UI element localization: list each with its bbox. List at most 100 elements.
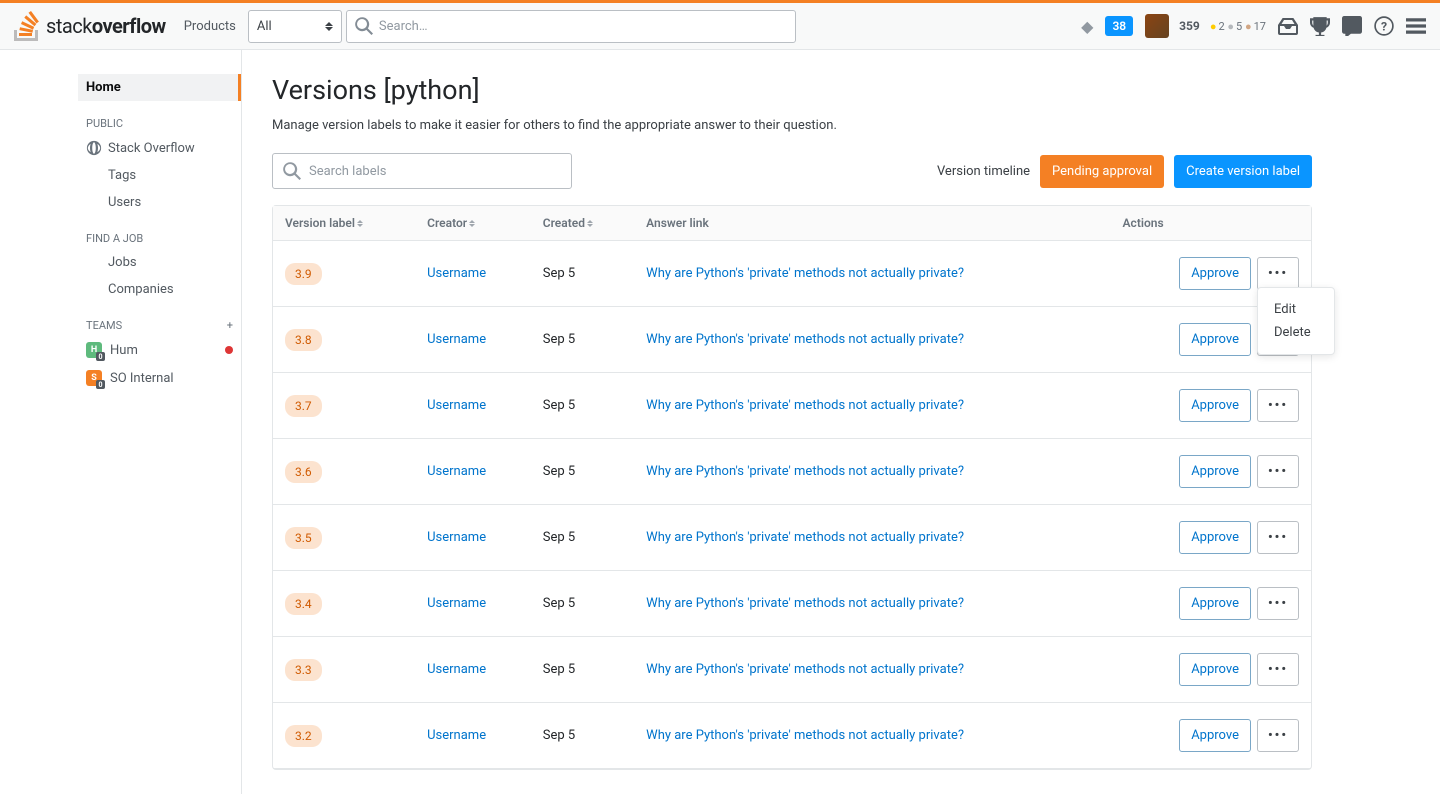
answer-link[interactable]: Why are Python's 'private' methods not a… bbox=[646, 266, 964, 281]
search-icon bbox=[355, 17, 373, 35]
products-link[interactable]: Products bbox=[184, 19, 236, 34]
scope-value: All bbox=[257, 19, 272, 34]
answer-link[interactable]: Why are Python's 'private' methods not a… bbox=[646, 332, 964, 347]
th-created[interactable]: Created bbox=[531, 206, 634, 241]
site-switcher-icon[interactable] bbox=[1406, 16, 1426, 36]
team-name: Hum bbox=[110, 343, 138, 358]
page-title: Versions [python] bbox=[272, 74, 1312, 106]
select-caret-icon bbox=[325, 22, 333, 31]
answer-link[interactable]: Why are Python's 'private' methods not a… bbox=[646, 464, 964, 479]
version-tag: 3.7 bbox=[285, 395, 322, 417]
sidebar-item-users[interactable]: Users bbox=[78, 189, 241, 216]
globe-icon bbox=[86, 140, 102, 156]
search-scope-select[interactable]: All bbox=[248, 10, 342, 43]
creator-link[interactable]: Username bbox=[427, 398, 486, 413]
sidebar-item-companies[interactable]: Companies bbox=[78, 276, 241, 303]
table-row: 3.9 Username Sep 5 Why are Python's 'pri… bbox=[273, 241, 1311, 307]
team-row[interactable]: S SO Internal bbox=[78, 364, 241, 392]
answer-link[interactable]: Why are Python's 'private' methods not a… bbox=[646, 530, 964, 545]
notification-dot-icon bbox=[225, 346, 233, 354]
user-rep-box[interactable]: 359 2 5 17 bbox=[1145, 14, 1266, 38]
badge-counts: 2 5 17 bbox=[1210, 20, 1266, 33]
more-actions-button[interactable]: ••• bbox=[1257, 719, 1299, 752]
sidebar-item-stackoverflow[interactable]: Stack Overflow bbox=[78, 134, 241, 162]
help-icon[interactable]: ? bbox=[1374, 16, 1394, 36]
more-actions-button[interactable]: ••• bbox=[1257, 389, 1299, 422]
add-team-icon[interactable]: + bbox=[227, 319, 233, 332]
created-cell: Sep 5 bbox=[531, 439, 634, 505]
search-input[interactable] bbox=[379, 19, 787, 34]
team-name: SO Internal bbox=[110, 371, 174, 386]
created-cell: Sep 5 bbox=[531, 373, 634, 439]
team-row[interactable]: HHum bbox=[78, 336, 241, 364]
more-actions-button[interactable]: ••• bbox=[1257, 587, 1299, 620]
moderator-diamond-icon[interactable]: ◆ bbox=[1081, 17, 1093, 36]
versions-table: Version label Creator Created Answer lin… bbox=[272, 205, 1312, 770]
answer-link[interactable]: Why are Python's 'private' methods not a… bbox=[646, 662, 964, 677]
topbar: stackoverflow Products All ◆ 38 359 2 5 … bbox=[0, 3, 1440, 50]
creator-link[interactable]: Username bbox=[427, 332, 486, 347]
table-row: 3.2 Username Sep 5 Why are Python's 'pri… bbox=[273, 703, 1311, 769]
sort-icon bbox=[469, 220, 475, 227]
sidebar-item-jobs[interactable]: Jobs bbox=[78, 249, 241, 276]
creator-link[interactable]: Username bbox=[427, 662, 486, 677]
layout: Home PUBLIC Stack Overflow Tags Users FI… bbox=[0, 50, 1440, 794]
table-row: 3.7 Username Sep 5 Why are Python's 'pri… bbox=[273, 373, 1311, 439]
created-cell: Sep 5 bbox=[531, 241, 634, 307]
help-survey-icon[interactable] bbox=[1342, 16, 1362, 36]
pending-approval-button[interactable]: Pending approval bbox=[1040, 155, 1164, 188]
sidebar-item-tags[interactable]: Tags bbox=[78, 162, 241, 189]
approve-button[interactable]: Approve bbox=[1179, 653, 1251, 686]
approve-button[interactable]: Approve bbox=[1179, 389, 1251, 422]
th-version[interactable]: Version label bbox=[273, 206, 415, 241]
create-version-label-button[interactable]: Create version label bbox=[1174, 155, 1312, 188]
sort-icon bbox=[357, 220, 363, 227]
table-row: 3.8 Username Sep 5 Why are Python's 'pri… bbox=[273, 307, 1311, 373]
answer-link[interactable]: Why are Python's 'private' methods not a… bbox=[646, 398, 964, 413]
search-input-wrap[interactable] bbox=[346, 10, 796, 43]
main: Versions [python] Manage version labels … bbox=[242, 50, 1342, 794]
created-cell: Sep 5 bbox=[531, 505, 634, 571]
creator-link[interactable]: Username bbox=[427, 464, 486, 479]
answer-link[interactable]: Why are Python's 'private' methods not a… bbox=[646, 596, 964, 611]
th-creator[interactable]: Creator bbox=[415, 206, 531, 241]
sidebar-head-public: PUBLIC bbox=[78, 101, 241, 134]
version-tag: 3.8 bbox=[285, 329, 322, 351]
table-row: 3.4 Username Sep 5 Why are Python's 'pri… bbox=[273, 571, 1311, 637]
page-subtitle: Manage version labels to make it easier … bbox=[272, 118, 1312, 133]
toolbar: Version timeline Pending approval Create… bbox=[272, 153, 1312, 189]
approve-button[interactable]: Approve bbox=[1179, 257, 1251, 290]
more-actions-button[interactable]: ••• bbox=[1257, 257, 1299, 290]
reputation: 359 bbox=[1179, 19, 1200, 33]
creator-link[interactable]: Username bbox=[427, 530, 486, 545]
table-row: 3.3 Username Sep 5 Why are Python's 'pri… bbox=[273, 637, 1311, 703]
sidebar-home[interactable]: Home bbox=[78, 74, 241, 101]
approve-button[interactable]: Approve bbox=[1179, 719, 1251, 752]
label-search-input[interactable] bbox=[309, 164, 561, 179]
creator-link[interactable]: Username bbox=[427, 266, 486, 281]
popover-edit[interactable]: Edit bbox=[1274, 298, 1318, 321]
label-search[interactable] bbox=[272, 153, 572, 189]
th-answer: Answer link bbox=[634, 206, 1110, 241]
approve-button[interactable]: Approve bbox=[1179, 587, 1251, 620]
logo[interactable]: stackoverflow bbox=[14, 11, 166, 41]
review-count-badge[interactable]: 38 bbox=[1105, 16, 1133, 36]
creator-link[interactable]: Username bbox=[427, 596, 486, 611]
more-actions-button[interactable]: ••• bbox=[1257, 653, 1299, 686]
team-badge-icon: S bbox=[86, 370, 102, 386]
achievements-icon[interactable] bbox=[1310, 16, 1330, 36]
popover-delete[interactable]: Delete bbox=[1274, 321, 1318, 344]
avatar bbox=[1145, 14, 1169, 38]
stackoverflow-icon bbox=[14, 11, 40, 41]
table-row: 3.5 Username Sep 5 Why are Python's 'pri… bbox=[273, 505, 1311, 571]
inbox-icon[interactable] bbox=[1278, 16, 1298, 36]
more-actions-button[interactable]: ••• bbox=[1257, 455, 1299, 488]
approve-button[interactable]: Approve bbox=[1179, 521, 1251, 554]
approve-button[interactable]: Approve bbox=[1179, 323, 1251, 356]
more-actions-button[interactable]: ••• bbox=[1257, 521, 1299, 554]
svg-text:?: ? bbox=[1381, 19, 1387, 33]
created-cell: Sep 5 bbox=[531, 703, 634, 769]
sidebar-head-teams: TEAMS + bbox=[78, 303, 241, 336]
version-timeline-link[interactable]: Version timeline bbox=[937, 164, 1030, 179]
approve-button[interactable]: Approve bbox=[1179, 455, 1251, 488]
